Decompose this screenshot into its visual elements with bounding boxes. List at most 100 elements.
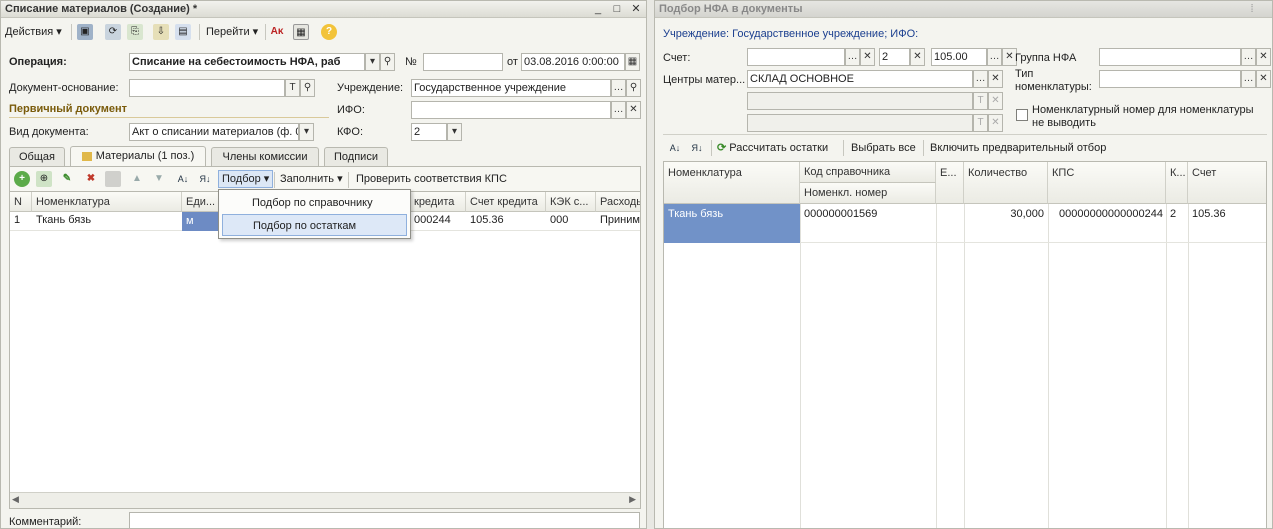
pick-by-balance-item[interactable]: Подбор по остаткам: [222, 214, 407, 236]
post-icon[interactable]: ⇩: [153, 24, 169, 40]
col-kps[interactable]: КПС: [1048, 162, 1166, 204]
pick-by-catalog-item[interactable]: Подбор по справочнику: [222, 192, 407, 214]
edit-icon[interactable]: ✎: [59, 171, 75, 187]
move-up-icon[interactable]: ▲: [129, 171, 145, 187]
ifo-label: ИФО:: [337, 104, 365, 116]
kfo-clear-button[interactable]: ✕: [910, 48, 925, 66]
grid-line: [1188, 204, 1189, 528]
document-icon[interactable]: ▤: [175, 24, 191, 40]
select-all-button[interactable]: Выбрать все: [851, 140, 916, 156]
goto-menu[interactable]: Перейти ▾: [206, 24, 258, 40]
col-k[interactable]: К...: [1166, 162, 1188, 204]
add-icon[interactable]: +: [14, 171, 30, 187]
doc-type-dropdown[interactable]: ▾: [299, 123, 314, 141]
sort-desc-icon[interactable]: Я↓: [197, 171, 213, 187]
nomtype-clear-button[interactable]: ✕: [1256, 70, 1271, 88]
account-number-select-button[interactable]: …: [987, 48, 1002, 66]
col-nomenclature[interactable]: Номенклатура: [664, 162, 800, 204]
col-catalog-code[interactable]: Код справочника: [800, 162, 936, 183]
basis-type-icon[interactable]: T: [285, 79, 300, 97]
col-expenses[interactable]: Расходы: [596, 192, 640, 212]
col-kek[interactable]: КЭК с...: [546, 192, 596, 212]
close-button[interactable]: ✕: [629, 2, 643, 16]
copy-icon[interactable]: ⎘: [127, 24, 143, 40]
col-nom-number[interactable]: Номенкл. номер: [800, 183, 936, 204]
grid-line: [936, 204, 937, 528]
calc-balance-button[interactable]: ⟳ Рассчитать остатки: [717, 140, 828, 156]
account-field[interactable]: [747, 48, 845, 66]
centers-field[interactable]: СКЛАД ОСНОВНОЕ: [747, 70, 973, 88]
prefilter-button[interactable]: Включить предварительный отбор: [930, 140, 1106, 156]
col-quantity[interactable]: Количество: [964, 162, 1048, 204]
centers-clear-button[interactable]: ✕: [988, 70, 1003, 88]
account-select-button[interactable]: …: [845, 48, 860, 66]
horizontal-scrollbar[interactable]: ◀ ▶: [10, 492, 640, 508]
account-kfo-field[interactable]: 2: [879, 48, 910, 66]
check-kps-button[interactable]: Проверить соответствия КПС: [356, 171, 507, 187]
sort-desc-icon[interactable]: Я↓: [689, 140, 705, 156]
institution-select-button[interactable]: …: [611, 79, 626, 97]
date-field[interactable]: 03.08.2016 0:00:00: [521, 53, 625, 71]
tab-materials-label: Материалы (1 поз.): [95, 150, 195, 162]
minimize-button[interactable]: _: [591, 2, 605, 16]
tab-commission[interactable]: Члены комиссии: [211, 147, 319, 167]
col-account[interactable]: Счет: [1188, 162, 1266, 204]
institution-field[interactable]: Государственное учреждение: [411, 79, 611, 97]
ifo-field[interactable]: [411, 101, 611, 119]
tab-materials[interactable]: Материалы (1 поз.): [70, 146, 206, 167]
centers-select-button[interactable]: …: [973, 70, 988, 88]
col-n[interactable]: N: [10, 192, 32, 212]
operation-field[interactable]: Списание на себестоимость НФА, раб: [129, 53, 365, 71]
col-unit[interactable]: Еди...: [182, 192, 220, 212]
tab-signatures[interactable]: Подписи: [324, 147, 388, 167]
col-nomenclature[interactable]: Номенклатура: [32, 192, 182, 212]
operation-dropdown[interactable]: ▾: [365, 53, 380, 71]
doc-type-field[interactable]: Акт о списании материалов (ф. 0: [129, 123, 299, 141]
actions-menu[interactable]: Действия ▾: [5, 24, 62, 40]
copy-row-icon[interactable]: ⊕: [36, 171, 52, 187]
row-unit[interactable]: м: [182, 212, 220, 231]
tab-general[interactable]: Общая: [9, 147, 65, 167]
col-kps-credit[interactable]: кредита: [410, 192, 466, 212]
dt-kt-icon[interactable]: Аᴋ: [269, 24, 285, 40]
move-down-icon[interactable]: ▼: [151, 171, 167, 187]
number-field[interactable]: [423, 53, 503, 71]
comment-field[interactable]: [129, 512, 640, 528]
table-row[interactable]: Ткань бязь 000000001569 30,000 000000000…: [664, 204, 1266, 243]
col-credit-account[interactable]: Счет кредита: [466, 192, 546, 212]
calendar-icon[interactable]: ▦: [625, 53, 640, 71]
scroll-left-icon[interactable]: ◀: [12, 494, 19, 505]
kfo-dropdown[interactable]: ▾: [447, 123, 462, 141]
refresh-icon[interactable]: ⟳: [105, 24, 121, 40]
sort-asc-icon[interactable]: A↓: [175, 171, 191, 187]
delete-icon[interactable]: ✖: [83, 171, 99, 187]
report-icon[interactable]: ▦: [293, 24, 309, 40]
pin-icon[interactable]: ⁞: [1245, 2, 1259, 16]
scroll-right-icon[interactable]: ▶: [629, 494, 636, 505]
ifo-select-button[interactable]: …: [611, 101, 626, 119]
fill-button[interactable]: Заполнить ▾: [280, 171, 343, 187]
account-number-field[interactable]: 105.00: [931, 48, 987, 66]
group-select-button[interactable]: …: [1241, 48, 1256, 66]
maximize-button[interactable]: □: [610, 2, 624, 16]
operation-search-icon[interactable]: ⚲: [380, 53, 395, 71]
col-unit[interactable]: Е...: [936, 162, 964, 204]
ifo-clear-button[interactable]: ✕: [626, 101, 641, 119]
group-field[interactable]: [1099, 48, 1241, 66]
account-clear-button[interactable]: ✕: [860, 48, 875, 66]
row-quantity: 30,000: [1010, 208, 1044, 220]
nomtype-field[interactable]: [1099, 70, 1241, 88]
save-icon[interactable]: ▣: [77, 24, 93, 40]
sort-asc-icon[interactable]: A↓: [667, 140, 683, 156]
hide-nomnum-checkbox[interactable]: [1016, 109, 1028, 121]
nomtype-select-button[interactable]: …: [1241, 70, 1256, 88]
pick-button[interactable]: Подбор ▾: [218, 170, 274, 188]
row-n: 1: [14, 214, 21, 226]
basis-field[interactable]: [129, 79, 285, 97]
basis-search-icon[interactable]: ⚲: [300, 79, 315, 97]
institution-search-icon[interactable]: ⚲: [626, 79, 641, 97]
toolbar-separator: [71, 24, 72, 40]
help-icon[interactable]: ?: [321, 24, 337, 40]
group-clear-button[interactable]: ✕: [1256, 48, 1271, 66]
kfo-field[interactable]: 2: [411, 123, 447, 141]
